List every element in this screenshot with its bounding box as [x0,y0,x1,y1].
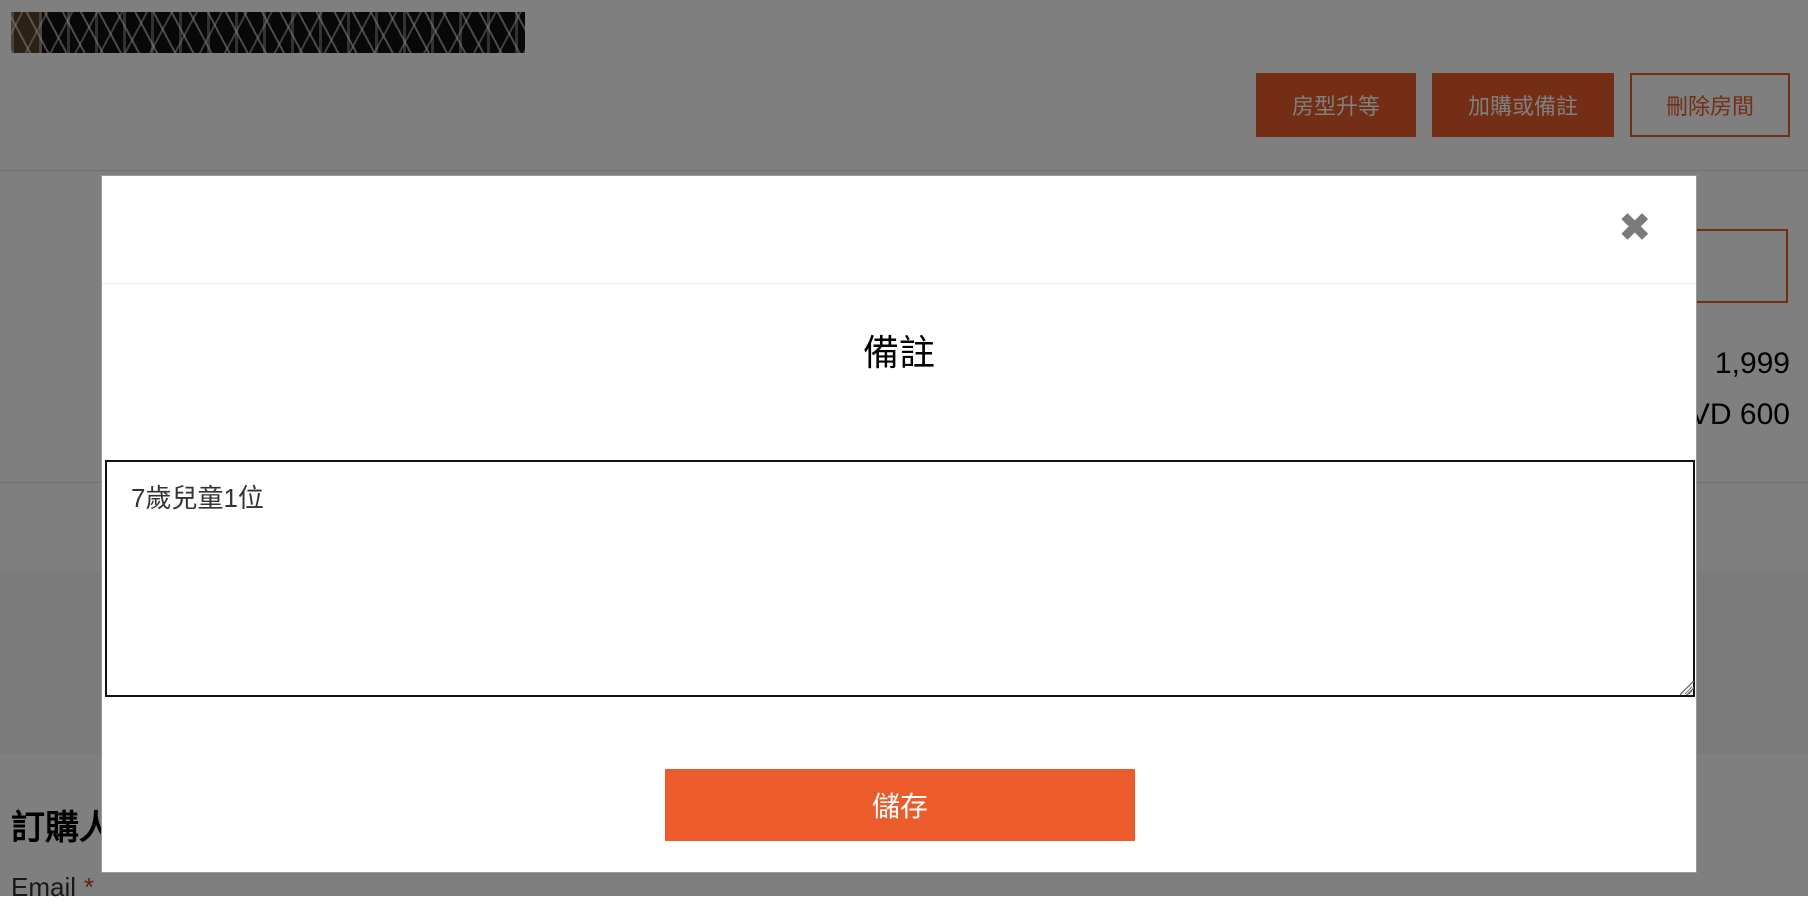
close-icon[interactable]: ✖ [1618,208,1652,248]
modal-header: ✖ [102,176,1696,284]
modal-title: 備註 [862,332,935,373]
save-button[interactable]: 儲存 [665,769,1135,841]
note-modal: ✖ 備註 7歲兒童1位 儲存 [101,175,1697,873]
note-textarea[interactable]: 7歲兒童1位 [105,460,1695,697]
resize-handle-icon[interactable] [1680,681,1694,695]
